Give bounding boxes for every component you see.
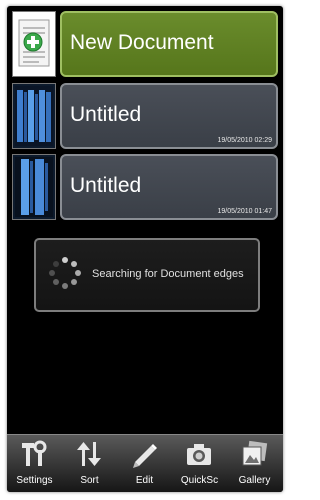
new-document-label: New Document [70, 31, 214, 54]
document-row[interactable]: Untitled 19/05/2010 01:47 [12, 154, 278, 220]
document-row[interactable]: Untitled 19/05/2010 02:29 [12, 83, 278, 149]
edit-label: Edit [135, 475, 154, 486]
sort-arrows-icon [77, 442, 101, 466]
tools-icon [22, 440, 47, 466]
progress-message: Searching for Document edges [92, 268, 244, 280]
document-thumbnail[interactable] [12, 154, 56, 220]
new-document-thumb[interactable] [12, 11, 56, 77]
document-preview-image [15, 157, 53, 217]
document-card[interactable]: Untitled 19/05/2010 02:29 [60, 83, 278, 149]
document-date: 19/05/2010 01:47 [217, 208, 273, 215]
sort-label: Sort [80, 475, 99, 486]
gallery-button[interactable]: Gallery [227, 435, 282, 492]
new-document-row[interactable]: New Document [12, 11, 278, 77]
document-card[interactable]: Untitled 19/05/2010 01:47 [60, 154, 278, 220]
edit-button[interactable]: Edit [117, 435, 172, 492]
spinner-icon [49, 257, 81, 289]
progress-dialog: Searching for Document edges [34, 238, 260, 312]
document-thumbnail[interactable] [12, 83, 56, 149]
quickscan-label: QuickSc [180, 475, 219, 486]
app-screen: New Document Untitled 19/05/2010 02:29 U… [7, 6, 283, 492]
new-document-button[interactable]: New Document [60, 11, 278, 77]
new-document-icon [18, 19, 50, 67]
document-date: 19/05/2010 02:29 [217, 137, 273, 144]
bottom-toolbar: Settings Sort Edit QuickSc Gallery [7, 434, 283, 492]
camera-icon [187, 444, 211, 465]
document-preview-image [15, 86, 53, 146]
gallery-label: Gallery [238, 475, 271, 486]
settings-button[interactable]: Settings [7, 435, 62, 492]
document-title: Untitled [70, 103, 142, 126]
pencil-icon [133, 444, 157, 468]
settings-label: Settings [16, 475, 53, 486]
quickscan-button[interactable]: QuickSc [172, 435, 227, 492]
sort-button[interactable]: Sort [62, 435, 117, 492]
document-title: Untitled [70, 174, 142, 197]
gallery-icon [242, 440, 268, 466]
